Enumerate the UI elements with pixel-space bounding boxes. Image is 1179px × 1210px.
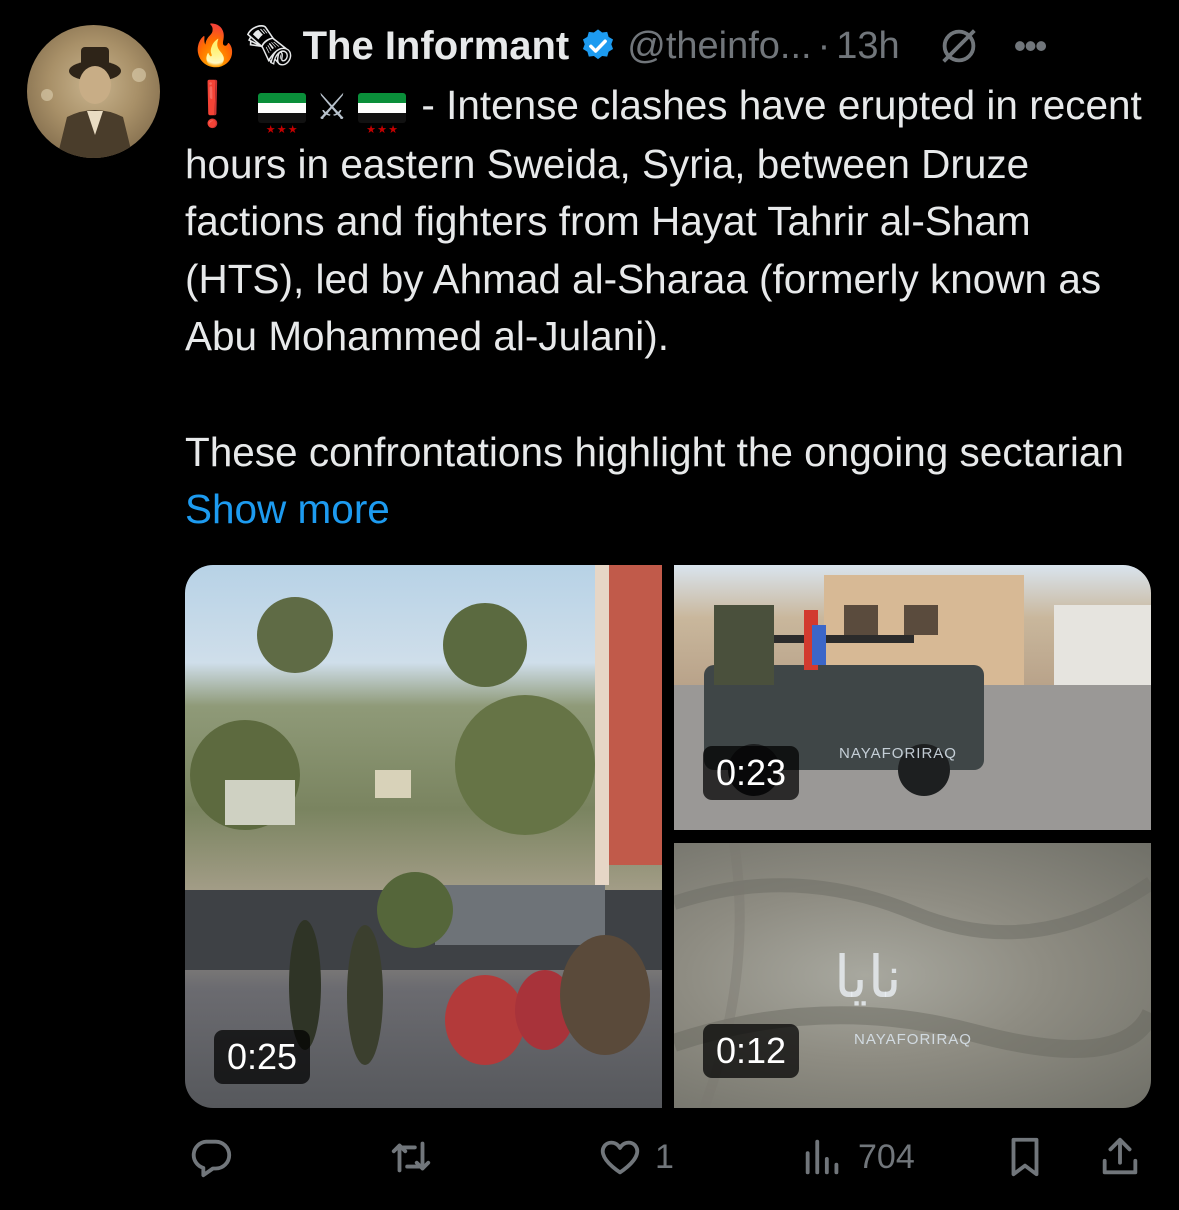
video-duration: 0:25 xyxy=(214,1030,311,1084)
tweet-paragraph-1: ❗ ★ ★ ★ ⚔ ★ ★ ★ - Intense clashes have erupted … xyxy=(185,76,1145,366)
author-handle[interactable]: @theinfo... xyxy=(627,25,811,68)
like-count: 1 xyxy=(655,1137,674,1176)
more-icon[interactable]: ••• xyxy=(1014,25,1048,67)
bookmark-icon xyxy=(1011,1137,1039,1177)
separator-dot: · xyxy=(817,24,831,67)
tweet-paragraph-2: These confrontations highlight the ongoi… xyxy=(185,424,1145,539)
author-name[interactable]: The Informant xyxy=(303,24,570,69)
syria-flag-icon: ★ ★ ★ xyxy=(358,93,407,136)
video-overlay-text: نايا xyxy=(834,945,902,1010)
video-duration: 0:23 xyxy=(703,746,800,800)
media-grid: 0:25 NAYAFORIRAQ 0:23 نايا NAYAFORIRAQ 0… xyxy=(185,565,1151,1108)
timestamp[interactable]: 13h xyxy=(836,25,899,68)
avatar[interactable] xyxy=(27,25,160,158)
video-watermark: NAYAFORIRAQ xyxy=(854,1031,972,1048)
views-count: 704 xyxy=(858,1137,915,1176)
exclamation-emoji: ❗ xyxy=(185,80,240,129)
video-thumbnail-2[interactable]: NAYAFORIRAQ 0:23 xyxy=(674,565,1151,830)
like-button[interactable]: 1 xyxy=(597,1134,674,1180)
video-thumbnail-3[interactable]: نايا NAYAFORIRAQ 0:12 xyxy=(674,843,1151,1108)
views-button[interactable]: 704 xyxy=(800,1134,915,1180)
grok-icon[interactable] xyxy=(936,23,982,69)
fire-emoji: 🔥 xyxy=(190,24,240,68)
tweet-header: 🔥 🗞 The Informant @theinfo... · 13h ••• xyxy=(190,18,1159,74)
like-icon xyxy=(600,1140,640,1175)
show-more-link[interactable]: Show more xyxy=(185,486,390,532)
newspaper-emoji: 🗞 xyxy=(243,24,295,68)
verified-badge-icon[interactable] xyxy=(579,27,617,65)
reply-icon xyxy=(191,1139,232,1178)
video-duration: 0:12 xyxy=(703,1024,800,1078)
tweet-text-second: These confrontations highlight the ongoi… xyxy=(185,428,1124,475)
bookmark-button[interactable] xyxy=(1002,1134,1048,1180)
action-bar: 1 704 xyxy=(185,1128,1151,1192)
crossed-swords-icon: ⚔ xyxy=(315,86,349,127)
syria-flag-icon: ★ ★ ★ xyxy=(257,93,306,136)
share-icon xyxy=(1102,1137,1138,1175)
video-watermark: NAYAFORIRAQ xyxy=(839,745,957,762)
retweet-button[interactable] xyxy=(388,1134,446,1180)
share-button[interactable] xyxy=(1097,1134,1143,1180)
reply-button[interactable] xyxy=(188,1134,246,1180)
video-thumbnail-1[interactable]: 0:25 xyxy=(185,565,662,1108)
tweet-body: ❗ ★ ★ ★ ⚔ ★ ★ ★ - Intense clashes have erupted … xyxy=(185,76,1145,539)
retweet-icon xyxy=(391,1141,431,1173)
views-icon xyxy=(805,1139,839,1175)
